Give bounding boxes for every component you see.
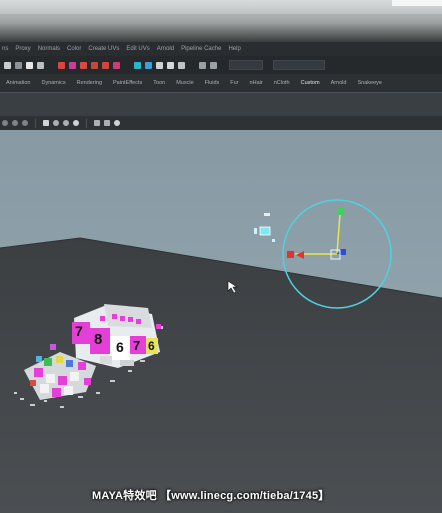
shelf-icon-area xyxy=(0,92,442,116)
render-settings-icon[interactable] xyxy=(156,61,163,69)
die-number-2: 8 xyxy=(94,331,103,348)
resolution-gate-icon[interactable] xyxy=(73,120,79,126)
watermark-text: MAYA特效吧 【www.linecg.com/tieba/1745】 xyxy=(92,490,330,502)
menu-item-color[interactable]: Color xyxy=(67,46,81,52)
toolbar-divider xyxy=(35,118,36,128)
film-gate-icon[interactable] xyxy=(63,120,69,126)
menu-item-proxy[interactable]: Proxy xyxy=(15,46,30,52)
bezel-strip xyxy=(0,14,442,24)
die-number-3: 6 xyxy=(116,339,124,355)
render-icon[interactable] xyxy=(134,61,141,69)
die-number-1: 7 xyxy=(75,323,83,339)
shelf-tab-rendering[interactable]: Rendering xyxy=(77,80,102,86)
select-icon[interactable] xyxy=(15,61,22,69)
move-tool-icon[interactable] xyxy=(4,61,11,69)
bookmark-icon[interactable] xyxy=(22,120,28,126)
shaded-icon[interactable] xyxy=(104,120,110,126)
menu-item-create-uvs[interactable]: Create UVs xyxy=(88,46,119,52)
isolate-icon[interactable] xyxy=(114,120,120,126)
shelf-tab-muscle[interactable]: Muscle xyxy=(176,80,193,86)
toolbar-divider-2 xyxy=(86,118,87,128)
viewport-panel[interactable]: 7 8 6 7 6 xyxy=(0,130,442,513)
sidebar-toggle-icon[interactable] xyxy=(199,61,206,69)
bezel-glare xyxy=(392,0,442,6)
shelf-tab-nhair[interactable]: nHair xyxy=(250,80,263,86)
snap-point-icon[interactable] xyxy=(80,61,87,69)
shelf-tab-fur[interactable]: Fur xyxy=(230,80,238,86)
menu-bar: ns Proxy Normals Color Create UVs Edit U… xyxy=(0,42,442,56)
command-field[interactable] xyxy=(273,60,325,70)
menu-item-help[interactable]: Help xyxy=(228,46,240,52)
snap-grid-icon[interactable] xyxy=(58,61,65,69)
shelf-tabs: Animation Dynamics Rendering PaintEffect… xyxy=(0,74,442,92)
shelf-tab-animation[interactable]: Animation xyxy=(6,80,30,86)
shelf-tab-ncloth[interactable]: nCloth xyxy=(274,80,290,86)
shelf-tab-fluids[interactable]: Fluids xyxy=(205,80,220,86)
ipr-icon[interactable] xyxy=(145,61,152,69)
paint-icon[interactable] xyxy=(37,61,44,69)
sidebar-toggle-icon-2[interactable] xyxy=(210,61,217,69)
shelf-divider xyxy=(0,92,442,93)
lasso-icon[interactable] xyxy=(26,61,33,69)
snap-surface-icon[interactable] xyxy=(102,61,109,69)
shelf-tab-dynamics[interactable]: Dynamics xyxy=(41,80,65,86)
shelf-tab-toon[interactable]: Toon xyxy=(153,80,165,86)
menu-item-pipeline-cache[interactable]: Pipeline Cache xyxy=(181,46,221,52)
image-plane-icon[interactable] xyxy=(43,120,49,126)
viewport-scene xyxy=(0,130,442,513)
panel-toolbar xyxy=(0,116,442,130)
menu-item-normals[interactable]: Normals xyxy=(38,46,60,52)
shelf-tab-custom[interactable]: Custom xyxy=(301,80,320,86)
menu-item-arnold[interactable]: Arnold xyxy=(157,46,174,52)
snap-curve-icon[interactable] xyxy=(69,61,76,69)
die-number-4: 7 xyxy=(133,338,141,353)
shelf-tab-painteffects[interactable]: PaintEffects xyxy=(113,80,142,86)
camera-icon[interactable] xyxy=(12,120,18,126)
menu-item-edit-uvs[interactable]: Edit UVs xyxy=(126,46,149,52)
shelf-tab-arnold[interactable]: Arnold xyxy=(331,80,347,86)
wireframe-icon[interactable] xyxy=(94,120,100,126)
snap-live-icon[interactable] xyxy=(113,61,120,69)
snap-view-icon[interactable] xyxy=(91,61,98,69)
shelf-tab-snakeeye[interactable]: Snakeeye xyxy=(357,80,381,86)
render-view-icon[interactable] xyxy=(178,61,185,69)
grid-toggle-icon[interactable] xyxy=(53,120,59,126)
input-field[interactable] xyxy=(229,60,263,70)
status-line xyxy=(0,56,442,74)
hypershade-icon[interactable] xyxy=(167,61,174,69)
menu-item-ns[interactable]: ns xyxy=(2,46,8,52)
view-icon[interactable] xyxy=(2,120,8,126)
die-number-5: 6 xyxy=(148,339,155,353)
